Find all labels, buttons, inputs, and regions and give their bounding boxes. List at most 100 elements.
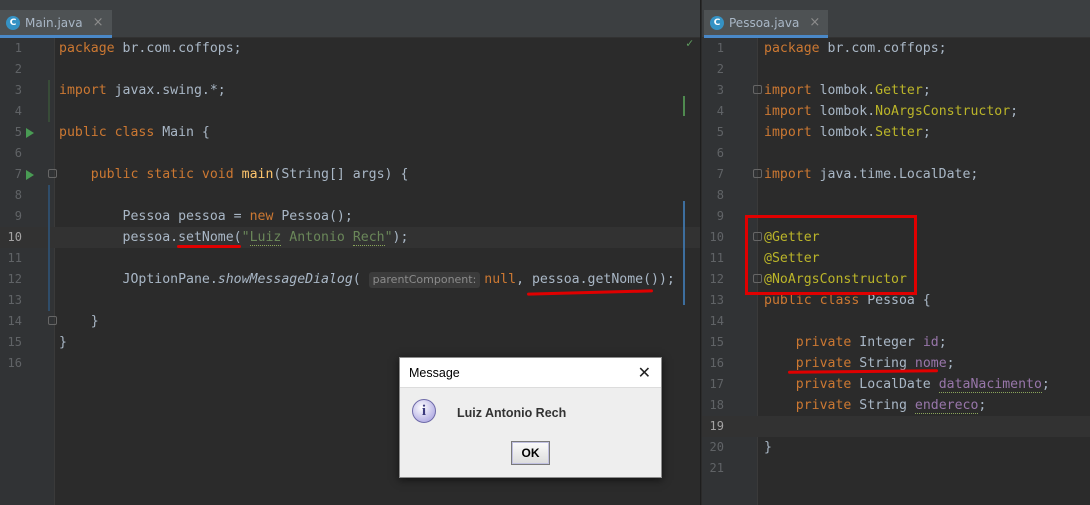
fold-icon[interactable]	[48, 169, 57, 178]
line-number: 7	[14, 167, 22, 181]
code-text: }	[764, 440, 772, 455]
tab-strip	[702, 0, 1090, 10]
line-number: 8	[716, 188, 724, 202]
code-text: private String endereco;	[795, 398, 987, 414]
run-icon[interactable]	[26, 128, 34, 138]
line-number: 1	[716, 41, 724, 55]
code-line: 14 }	[0, 311, 700, 332]
line-number: 13	[709, 293, 724, 307]
code-text: import lombok.Getter;	[764, 83, 931, 98]
code-line: 6	[702, 143, 1090, 164]
code-line-current: 19	[702, 416, 1090, 437]
line-number: 1	[14, 41, 22, 55]
vcs-change-marker	[48, 185, 50, 311]
line-number: 14	[709, 314, 724, 328]
message-dialog: Message ✕ i Luiz Antonio Rech OK	[399, 357, 662, 478]
code-text: Pessoa pessoa = new Pessoa();	[59, 209, 353, 224]
dialog-title-bar[interactable]: Message ✕	[400, 358, 661, 388]
code-line: 4 import lombok.NoArgsConstructor;	[702, 101, 1090, 122]
scroll-marker	[683, 201, 685, 305]
line-number: 18	[709, 398, 724, 412]
code-line: 3 import javax.swing.*;	[0, 80, 700, 101]
vcs-change-marker	[48, 80, 50, 122]
close-tab-icon[interactable]: ×	[93, 15, 104, 30]
close-icon[interactable]: ✕	[638, 363, 651, 383]
code-line: 4	[0, 101, 700, 122]
dialog-message: Luiz Antonio Rech	[457, 406, 567, 420]
code-line: 1 package br.com.coffops;	[0, 38, 700, 59]
line-number: 7	[716, 167, 724, 181]
line-number: 12	[709, 272, 724, 286]
right-editor-pane: C Pessoa.java × 1 package br.com.coffops;…	[702, 0, 1090, 505]
code-text: import java.time.LocalDate;	[764, 167, 979, 182]
fold-icon[interactable]	[753, 85, 762, 94]
line-number: 5	[716, 125, 724, 139]
code-line: 7 import java.time.LocalDate;	[702, 164, 1090, 185]
code-text: public class Main {	[59, 125, 210, 140]
check-icon: ✓	[686, 36, 694, 50]
fold-icon[interactable]	[48, 316, 57, 325]
line-number: 8	[14, 188, 22, 202]
line-number: 14	[7, 314, 22, 328]
line-number: 19	[709, 419, 724, 433]
ok-button[interactable]: OK	[511, 441, 550, 465]
code-line: 11	[0, 248, 700, 269]
line-number: 4	[14, 104, 22, 118]
code-text: public static void main(String[] args) {	[90, 167, 409, 182]
code-text: package br.com.coffops;	[764, 41, 947, 56]
annotation-highlight-box	[745, 215, 917, 295]
tab-strip	[0, 0, 700, 10]
code-line: 17 private LocalDate dataNacimento;	[702, 374, 1090, 395]
java-class-icon: C	[6, 15, 20, 30]
line-number: 11	[709, 251, 724, 265]
line-number: 2	[716, 62, 724, 76]
line-number: 4	[716, 104, 724, 118]
right-code-area[interactable]: 1 package br.com.coffops; 2 3 import lombo…	[702, 38, 1090, 505]
code-text: JOptionPane.showMessageDialog( parentCom…	[59, 272, 675, 288]
code-line: 2	[702, 59, 1090, 80]
line-number: 16	[7, 356, 22, 370]
line-number: 12	[7, 272, 22, 286]
line-number: 10	[709, 230, 724, 244]
line-number: 13	[7, 293, 22, 307]
line-number: 5	[14, 125, 22, 139]
code-text: private LocalDate dataNacimento;	[795, 377, 1050, 393]
line-number: 11	[7, 251, 22, 265]
tab-label: Main.java	[25, 15, 83, 30]
tab-main-java[interactable]: C Main.java ×	[0, 10, 112, 38]
code-line: 15 private Integer id;	[702, 332, 1090, 353]
line-number: 15	[709, 335, 724, 349]
code-line: 12 JOptionPane.showMessageDialog( parent…	[0, 269, 700, 290]
line-number: 6	[14, 146, 22, 160]
code-text: private Integer id;	[795, 335, 947, 350]
tab-label: Pessoa.java	[729, 15, 800, 30]
code-text: package br.com.coffops;	[59, 41, 242, 56]
line-number: 17	[709, 377, 724, 391]
close-tab-icon[interactable]: ×	[809, 15, 820, 30]
line-number: 15	[7, 335, 22, 349]
annotation-underline	[177, 245, 241, 248]
fold-icon[interactable]	[753, 169, 762, 178]
code-line: 20}	[702, 437, 1090, 458]
code-text: import lombok.Setter;	[764, 125, 931, 140]
right-tab-bar: C Pessoa.java ×	[702, 10, 1090, 38]
tab-pessoa-java[interactable]: C Pessoa.java ×	[704, 10, 829, 38]
line-number: 20	[709, 440, 724, 454]
code-line: 9 Pessoa pessoa = new Pessoa();	[0, 206, 700, 227]
code-line-current: 10 pessoa.setNome("Luiz Antonio Rech");	[0, 227, 700, 248]
scroll-marker	[683, 96, 685, 116]
line-number: 10	[7, 230, 22, 244]
code-line: 8	[0, 185, 700, 206]
parameter-hint: parentComponent:	[368, 272, 481, 288]
code-line: 5 public class Main {	[0, 122, 700, 143]
java-class-icon: C	[710, 15, 724, 30]
line-number: 2	[14, 62, 22, 76]
line-number: 3	[716, 83, 724, 97]
code-line: 8	[702, 185, 1090, 206]
line-number: 9	[716, 209, 724, 223]
code-line: 3 import lombok.Getter;	[702, 80, 1090, 101]
line-number: 16	[709, 356, 724, 370]
left-tab-bar: C Main.java ×	[0, 10, 700, 38]
run-icon[interactable]	[26, 170, 34, 180]
code-line: 6	[0, 143, 700, 164]
